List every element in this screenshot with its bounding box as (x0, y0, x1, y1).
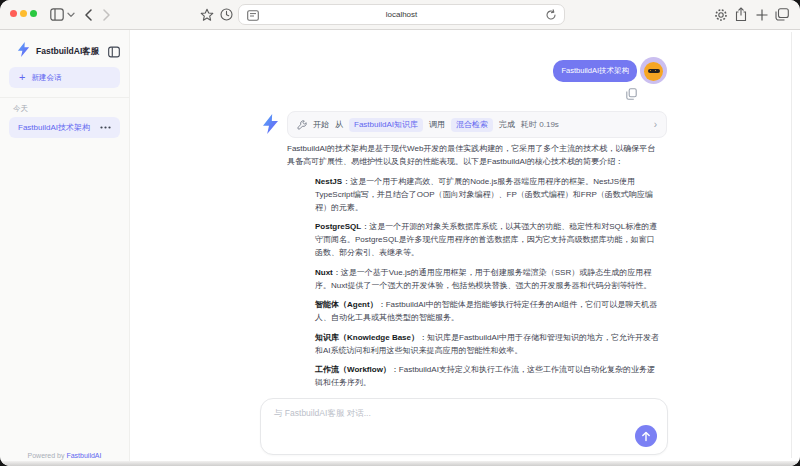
status-time: 耗时 0.19s (521, 119, 559, 130)
zoom-window-button[interactable] (30, 10, 37, 17)
history-clock-icon[interactable] (220, 8, 233, 21)
status-from: 从 (335, 119, 343, 130)
app-title: FastbuildAI客服 (36, 46, 108, 58)
sidebar-divider (0, 97, 129, 98)
section-label-today: 今天 (13, 104, 129, 114)
status-done: 完成 (499, 119, 515, 130)
answer-item: NestJS：这是一个用于构建高效、可扩展的Node.js服务器端应用程序的框架… (315, 175, 661, 214)
answer-item: 工作流（Workflow）：FastbuildAI支持定义和执行工作流，这些工作… (315, 363, 661, 389)
new-tab-plus-icon[interactable] (756, 9, 768, 21)
copy-message-icon[interactable] (626, 88, 637, 100)
answer-item: 智能体（Agent）：FastbuildAI中的智能体是指能够执行特定任务的AI… (315, 298, 661, 324)
input-placeholder: 与 FastbuildAI客服 对话... (274, 408, 371, 420)
answer-item: 知识库（Knowledge Base）：知识库是FastbuildAI中用于存储… (315, 331, 661, 357)
send-button[interactable] (635, 425, 657, 447)
browser-window: localhost FastbuildAI客服 (0, 0, 800, 466)
knowledge-base-pill[interactable]: FastbuildAI知识库 (349, 118, 423, 132)
status-start: 开始 (313, 119, 329, 130)
new-conversation-label: 新建会话 (31, 73, 61, 83)
conversation-title: FastbuildAI技术架构 (18, 122, 100, 133)
ai-avatar-bolt-icon (262, 114, 279, 138)
message-input[interactable]: 与 FastbuildAI客服 对话... (260, 398, 668, 455)
sidebar-chevron-down-icon[interactable] (67, 12, 75, 18)
sidebar: FastbuildAI客服 + 新建会话 今天 FastbuildAI技术架构 … (0, 30, 130, 466)
tool-wrench-icon (297, 120, 307, 130)
app-logo-bolt-icon (17, 42, 30, 61)
user-message-row: FastbuildAI技术架构 (262, 57, 667, 84)
ai-message-row: 开始 从 FastbuildAI知识库 调用 混合检索 完成 耗时 0.19s … (262, 111, 667, 138)
answer-item: PostgreSQL：这是一个开源的对象关系数据库系统，以其强大的功能、稳定性和… (315, 220, 661, 259)
more-options-icon[interactable] (100, 126, 111, 129)
url-text: localhost (239, 10, 564, 19)
powered-by-prefix: Powered by (28, 452, 67, 459)
close-window-button[interactable] (10, 10, 17, 17)
tab-overview-icon[interactable] (775, 8, 789, 21)
new-conversation-button[interactable]: + 新建会话 (9, 67, 120, 88)
chat-main: FastbuildAI技术架构 (130, 30, 800, 466)
user-message-bubble: FastbuildAI技术架构 (553, 60, 637, 82)
user-avatar (640, 57, 667, 84)
powered-by-brand-link[interactable]: FastbuildAI (66, 452, 101, 459)
forward-button[interactable] (102, 9, 111, 21)
scrollbar[interactable] (791, 32, 792, 458)
settings-gear-icon[interactable] (714, 8, 728, 22)
status-invoke: 调用 (429, 119, 445, 130)
tool-call-status-bar[interactable]: 开始 从 FastbuildAI知识库 调用 混合检索 完成 耗时 0.19s … (287, 111, 667, 138)
powered-by: Powered by FastbuildAI (0, 452, 129, 459)
share-icon[interactable] (735, 7, 747, 22)
minimize-window-button[interactable] (20, 10, 27, 17)
reload-icon[interactable] (545, 9, 557, 21)
answer-intro: FastbuildAI的技术架构是基于现代Web开发的最佳实践构建的，它采用了多… (287, 142, 661, 168)
address-bar[interactable]: localhost (238, 4, 565, 25)
collapse-sidebar-icon[interactable] (108, 46, 120, 58)
browser-toolbar: localhost (0, 0, 800, 30)
expand-chevron-icon[interactable]: › (654, 119, 657, 130)
bookmark-star-icon[interactable] (200, 8, 214, 22)
conversation-item[interactable]: FastbuildAI技术架构 (9, 117, 120, 138)
window-bottom-edge (0, 461, 800, 466)
retrieval-method-pill[interactable]: 混合检索 (451, 118, 493, 132)
plus-icon: + (19, 71, 25, 83)
back-button[interactable] (84, 9, 93, 21)
answer-item: Nuxt：这是一个基于Vue.js的通用应用框架，用于创建服务端渲染（SSR）或… (315, 266, 661, 292)
toggle-sidebar-icon[interactable] (50, 8, 64, 21)
ai-answer: FastbuildAI的技术架构是基于现代Web开发的最佳实践构建的，它采用了多… (287, 142, 661, 389)
